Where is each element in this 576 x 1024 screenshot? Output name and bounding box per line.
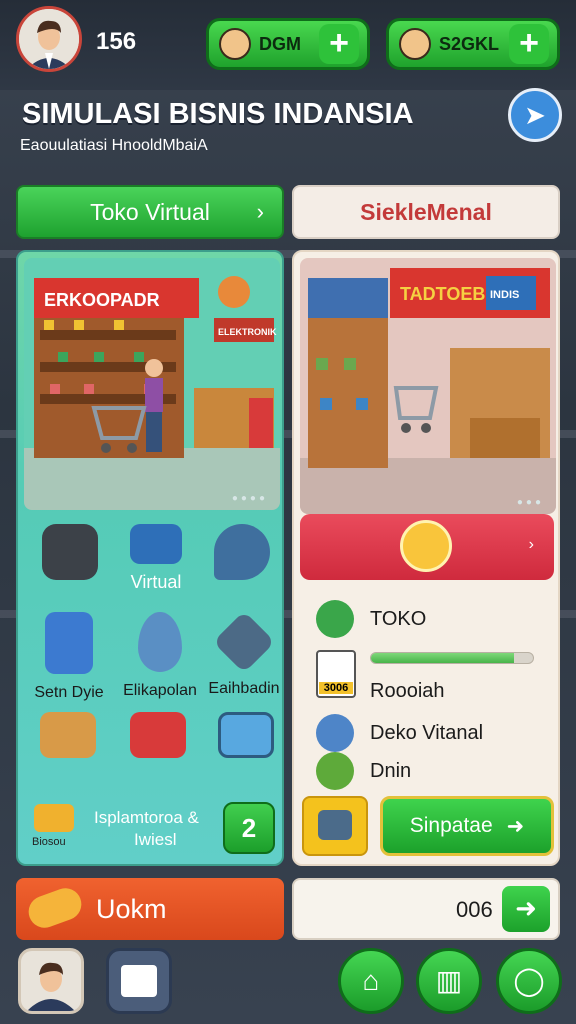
- character-face-icon: [219, 28, 251, 60]
- currency-2-label: S2GKL: [439, 33, 500, 54]
- chevron-right-icon: ›: [256, 199, 264, 224]
- profile-nav-button[interactable]: [18, 948, 84, 1014]
- store-sign-text-3: INDIS: [490, 289, 519, 301]
- grid-item-chat[interactable]: [206, 524, 278, 580]
- chevron-right-icon: ›: [528, 536, 534, 553]
- store-sign-2-text: ELEKTRONIK: [218, 327, 277, 337]
- player-avatar[interactable]: [16, 6, 82, 72]
- home-icon: ⌂: [362, 965, 380, 996]
- game-subtitle: Eaouulatiasi HnooldMbaiA: [20, 137, 208, 154]
- calendar-text: 3006: [319, 682, 353, 694]
- stats-nav-button[interactable]: ▥: [416, 948, 482, 1014]
- stat-row-roooiah: Roooiah: [370, 680, 445, 703]
- grid-item-eaihbadin[interactable]: Eaihbadin: [204, 610, 284, 698]
- grid-item-label: Setn Dyie: [34, 684, 104, 701]
- sun-promo-bar[interactable]: ›: [300, 514, 554, 580]
- stat-row-toko: TOKO: [316, 600, 426, 638]
- currency-1-pill[interactable]: DGM +: [206, 18, 370, 70]
- grid-item-cart-blue[interactable]: [214, 712, 278, 758]
- home-nav-button[interactable]: ⌂: [338, 948, 404, 1014]
- game-title: SIMULASI BISNIS INDANSIA: [22, 98, 414, 130]
- go-button[interactable]: ➜: [502, 886, 550, 932]
- bird-icon: ➤: [524, 100, 546, 130]
- grid-item-setn-dyie[interactable]: Setn Dyie: [24, 612, 114, 702]
- stat-row-deko: Deko Vitanal: [316, 714, 483, 752]
- currency-2-pill[interactable]: S2GKL +: [386, 18, 560, 70]
- character-face-icon: [399, 28, 431, 60]
- browser-window-icon: [130, 524, 182, 564]
- footer-text-1: Isplamtoroa &: [94, 808, 199, 827]
- virtual-store-panel: ERKOOPADR ELEKTRONIK ●●●● Virtual Setn D…: [16, 250, 284, 866]
- store-illustration-2: TADTOEB INDIS: [300, 258, 556, 514]
- value-field: 006 ➜: [292, 878, 560, 940]
- carousel-dots[interactable]: ●●●: [517, 497, 544, 508]
- currency-1-label: DGM: [259, 33, 301, 54]
- location-pin-icon: [138, 612, 182, 672]
- stat-row-dnin: Dnin: [316, 752, 411, 790]
- grid-item-label: Virtual: [130, 572, 182, 592]
- footer-small-label: Biosou: [32, 836, 66, 848]
- grid-item-camera[interactable]: [34, 524, 106, 580]
- business-panel: TADTOEB INDIS ●●● › TOKO 3006 Roooiah De…: [292, 250, 560, 866]
- gear-blue-icon: [316, 714, 354, 752]
- chat-bubble-icon: ◯: [513, 965, 545, 996]
- uokm-label: Uokm: [96, 893, 167, 924]
- grid-item-label: Eaihbadin: [208, 680, 280, 697]
- stat-label: Roooiah: [370, 680, 445, 702]
- lunchbox-icon: [34, 804, 74, 832]
- share-button[interactable]: ➤: [508, 88, 562, 142]
- calculator-icon: [45, 612, 93, 674]
- chat-nav-button[interactable]: ◯: [496, 948, 562, 1014]
- truck-icon: [318, 810, 352, 840]
- tab-right-label: SiekleMenal: [360, 198, 492, 225]
- progress-bar: [370, 652, 534, 664]
- grid-item-cart-box[interactable]: [36, 712, 100, 758]
- avatar-portrait-icon: [19, 9, 79, 69]
- footer-text-2: Iwiesl: [134, 830, 177, 849]
- progress-fill: [371, 653, 514, 663]
- start-label: Sinpatae: [409, 814, 493, 837]
- add-currency-1-button[interactable]: +: [319, 24, 359, 64]
- grid-item-cart-red[interactable]: [126, 712, 190, 758]
- virtual-store-scene[interactable]: ERKOOPADR ELEKTRONIK ●●●●: [24, 258, 280, 510]
- cart-box-icon: [40, 712, 96, 758]
- stopwatch-icon: [316, 600, 354, 638]
- count-badge-button[interactable]: 2: [223, 802, 275, 854]
- add-currency-2-button[interactable]: +: [509, 24, 549, 64]
- uokm-button[interactable]: Uokm: [16, 878, 284, 940]
- carousel-dots[interactable]: ●●●●: [232, 493, 268, 504]
- calendar-icon: 3006: [316, 650, 356, 698]
- grid-item-elikapolan[interactable]: Elikapolan: [112, 612, 208, 700]
- shield-icon: [212, 610, 276, 674]
- stat-label: Deko Vitanal: [370, 721, 484, 744]
- chart-icon: ▥: [435, 965, 463, 996]
- vehicle-button[interactable]: [302, 796, 368, 856]
- stat-label: TOKO: [370, 607, 427, 630]
- grid-item-label: Elikapolan: [123, 682, 197, 699]
- vegetables-icon: [316, 752, 354, 790]
- grid-item-virtual[interactable]: Virtual: [118, 524, 194, 593]
- stat-label: Dnin: [370, 759, 412, 782]
- cart-blue-icon: [218, 712, 274, 758]
- tab-toko-virtual-label: Toko Virtual: [90, 198, 210, 225]
- tab-toko-virtual[interactable]: Toko Virtual ›: [16, 185, 284, 239]
- arrow-right-icon: ➜: [506, 814, 525, 838]
- bird-gold-icon: [24, 883, 86, 933]
- store-icon: [121, 965, 157, 997]
- business-store-scene[interactable]: TADTOEB INDIS ●●●: [300, 258, 556, 514]
- start-button[interactable]: Sinpatae ➜: [380, 796, 554, 856]
- cart-red-icon: [130, 712, 186, 758]
- store-illustration: ERKOOPADR ELEKTRONIK: [24, 258, 280, 510]
- store-sign-text-2: TADTOEB: [400, 284, 485, 304]
- value-text: 006: [456, 897, 493, 922]
- tab-right[interactable]: SiekleMenal: [292, 185, 560, 239]
- arrow-right-icon: ➜: [515, 893, 537, 923]
- score-value: 156: [96, 28, 137, 55]
- store-sign-text: ERKOOPADR: [44, 290, 160, 310]
- avatar-portrait-icon: [27, 962, 75, 1011]
- shop-nav-button[interactable]: [106, 948, 172, 1014]
- sun-gear-icon: [400, 520, 452, 572]
- speech-bubble-icon: [214, 524, 270, 580]
- camera-icon: [42, 524, 98, 580]
